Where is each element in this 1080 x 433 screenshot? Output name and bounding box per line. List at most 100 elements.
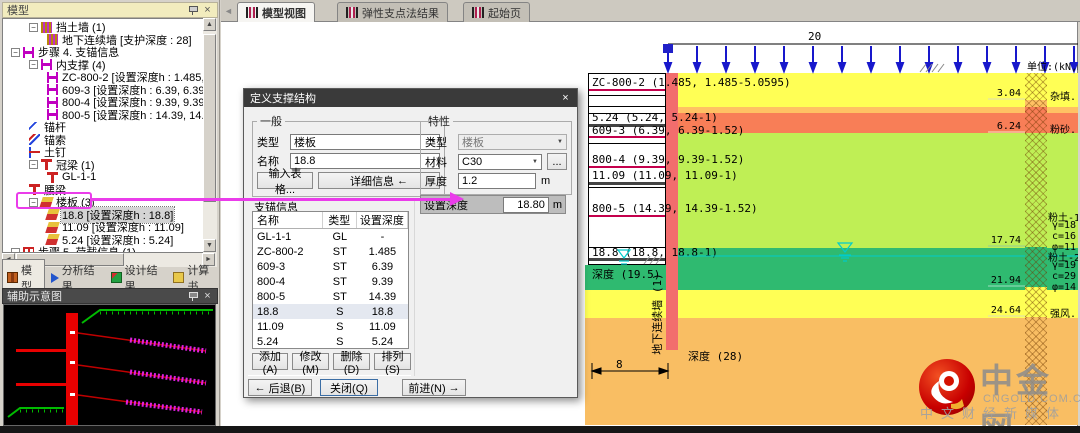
prop-type-combo: 楼板▼ [458, 134, 567, 150]
slab-icon [45, 209, 60, 220]
model-panel-title: 模型 [7, 2, 29, 18]
aux-diagram-view[interactable] [3, 304, 216, 426]
expander-icon[interactable]: − [29, 60, 38, 69]
model-tab-icon [7, 272, 18, 283]
aux-cad-drawing [4, 305, 215, 425]
pin-icon[interactable] [188, 291, 198, 302]
table-row[interactable]: 800-5ST14.39 [253, 289, 408, 304]
scroll-down-button[interactable]: ▼ [203, 239, 216, 252]
tree-vertical-scrollbar[interactable]: ▲ ▼ [203, 18, 217, 253]
add-button[interactable]: 添加(A) [252, 353, 288, 370]
tree-item[interactable]: 腰梁 [3, 184, 203, 197]
scrollbar-thumb[interactable] [203, 34, 216, 202]
table-row[interactable]: 609-3ST6.39 [253, 259, 408, 274]
input-table-button[interactable]: 输入表格... [257, 172, 313, 189]
arrow-left-icon: ← [397, 175, 408, 187]
dialog-titlebar[interactable]: 定义支撑结构 × [244, 89, 577, 107]
close-icon[interactable]: × [202, 291, 213, 302]
tab-elastic-support-results[interactable]: 弹性支点法结果 [337, 2, 448, 22]
general-group: 一般 类型 楼板▼ 名称 输入表格... 详细信息← [252, 113, 445, 197]
expander-icon[interactable]: − [11, 48, 20, 57]
application-window: 模型 × −挡土墙 (1) 地下连续墙 [支护深度 : 28] −步骤 4. 支… [0, 0, 1080, 433]
modify-button[interactable]: 修改(M) [292, 353, 329, 370]
waler-beam-icon [29, 184, 40, 195]
support-table[interactable]: 名称 类型 设置深度 GL-1-1GL- ZC-800-2ST1.485 609… [252, 211, 409, 349]
strut-icon [47, 84, 58, 95]
forward-button[interactable]: 前进(N)→ [402, 379, 466, 396]
arrow-left-icon: ← [255, 382, 266, 394]
doc-tab-label: 起始页 [488, 5, 521, 21]
retaining-wall-icon [41, 22, 52, 33]
capping-beam-icon [41, 159, 52, 170]
tab-model-view[interactable]: 模型视图 [237, 2, 315, 22]
col-name[interactable]: 名称 [253, 212, 323, 228]
close-icon[interactable]: × [202, 5, 213, 16]
tab-scroll-left-icon[interactable]: ◄ [224, 6, 233, 16]
view-tab-icon [472, 7, 484, 18]
tree-item[interactable]: 800-5 [设置深度h : 14.39, 14... [3, 109, 203, 122]
slab-icon [45, 222, 60, 233]
tree-item[interactable]: 土钉 [3, 146, 203, 159]
tree-item[interactable]: 锚杆 [3, 121, 203, 134]
properties-group-legend: 特性 [425, 113, 453, 129]
expander-icon[interactable]: − [29, 198, 38, 207]
material-combo[interactable]: C30▼ [458, 154, 542, 170]
type-combo[interactable]: 楼板▼ [290, 134, 440, 150]
tree-item[interactable]: GL-1-1 [3, 171, 203, 184]
general-group-legend: 一般 [257, 113, 285, 129]
table-header-row: 名称 类型 设置深度 [253, 212, 408, 229]
strut-icon [23, 47, 34, 58]
set-depth-label: 设置深度 [424, 197, 499, 213]
material-more-button[interactable]: ... [547, 153, 567, 170]
document-tab-bar: ◄ 模型视图 弹性支点法结果 起始页 [221, 0, 1080, 22]
table-row-selected[interactable]: 18.8S18.8 [253, 304, 408, 319]
tab-start-page[interactable]: 起始页 [463, 2, 530, 22]
material-label: 材料 [425, 154, 453, 170]
bottom-strip [0, 426, 1080, 433]
table-row[interactable]: 11.09S11.09 [253, 319, 408, 334]
view-tab-icon [346, 7, 358, 18]
sort-button[interactable]: 排列(S) [374, 353, 411, 370]
type-label: 类型 [257, 134, 285, 150]
expander-icon[interactable]: − [29, 23, 38, 32]
col-depth[interactable]: 设置深度 [357, 212, 408, 228]
back-button[interactable]: ←后退(B) [248, 379, 312, 396]
doc-tab-label: 弹性支点法结果 [362, 5, 439, 21]
material-value: C30 [462, 156, 482, 168]
design-results-icon [111, 272, 122, 283]
set-depth-unit: m [553, 199, 562, 211]
table-action-buttons: 添加(A) 修改(M) 删除(D) 排列(S) [252, 353, 411, 370]
table-row[interactable]: GL-1-1GL- [253, 229, 408, 244]
model-panel-titlebar: 模型 × [2, 2, 218, 18]
dialog-divider [414, 201, 415, 376]
close-button[interactable]: 关闭(Q) [320, 379, 378, 396]
table-row[interactable]: 800-4ST9.39 [253, 274, 408, 289]
thickness-label: 厚度 [425, 173, 453, 189]
anchor-cable-icon [29, 134, 40, 145]
delete-button[interactable]: 删除(D) [333, 353, 370, 370]
col-type[interactable]: 类型 [323, 212, 357, 228]
dialog-nav-buttons: ←后退(B) 关闭(Q) 前进(N)→ [248, 379, 466, 396]
properties-group: 特性 类型 楼板▼ 材料 C30▼ ... 厚度 m [420, 113, 572, 195]
tree-item[interactable]: −冠梁 (1) [3, 159, 203, 172]
forward-label: 前进(N) [408, 380, 445, 396]
pin-icon[interactable] [188, 5, 198, 16]
name-input[interactable] [290, 153, 440, 169]
detail-info-label: 详细信息 [350, 173, 394, 189]
anchor-rod-icon [29, 122, 40, 133]
tree-item-label: 步骤 5. 荷载信息 (1) [37, 244, 137, 253]
strut-icon [47, 97, 58, 108]
dialog-close-icon[interactable]: × [560, 93, 571, 104]
set-depth-input[interactable] [503, 197, 549, 213]
soil-nail-icon [29, 147, 40, 158]
model-tree: −挡土墙 (1) 地下连续墙 [支护深度 : 28] −步骤 4. 支锚信息 −… [2, 18, 203, 253]
analysis-results-icon [51, 273, 59, 283]
expander-icon[interactable]: − [29, 160, 38, 169]
table-row[interactable]: ZC-800-2ST1.485 [253, 244, 408, 259]
dialog-divider [248, 375, 411, 376]
tree-item[interactable]: 锚索 [3, 134, 203, 147]
scroll-up-button[interactable]: ▲ [203, 18, 216, 31]
thickness-input[interactable] [458, 173, 536, 189]
view-tab-icon [246, 7, 258, 18]
type-combo-value: 楼板 [294, 134, 316, 150]
